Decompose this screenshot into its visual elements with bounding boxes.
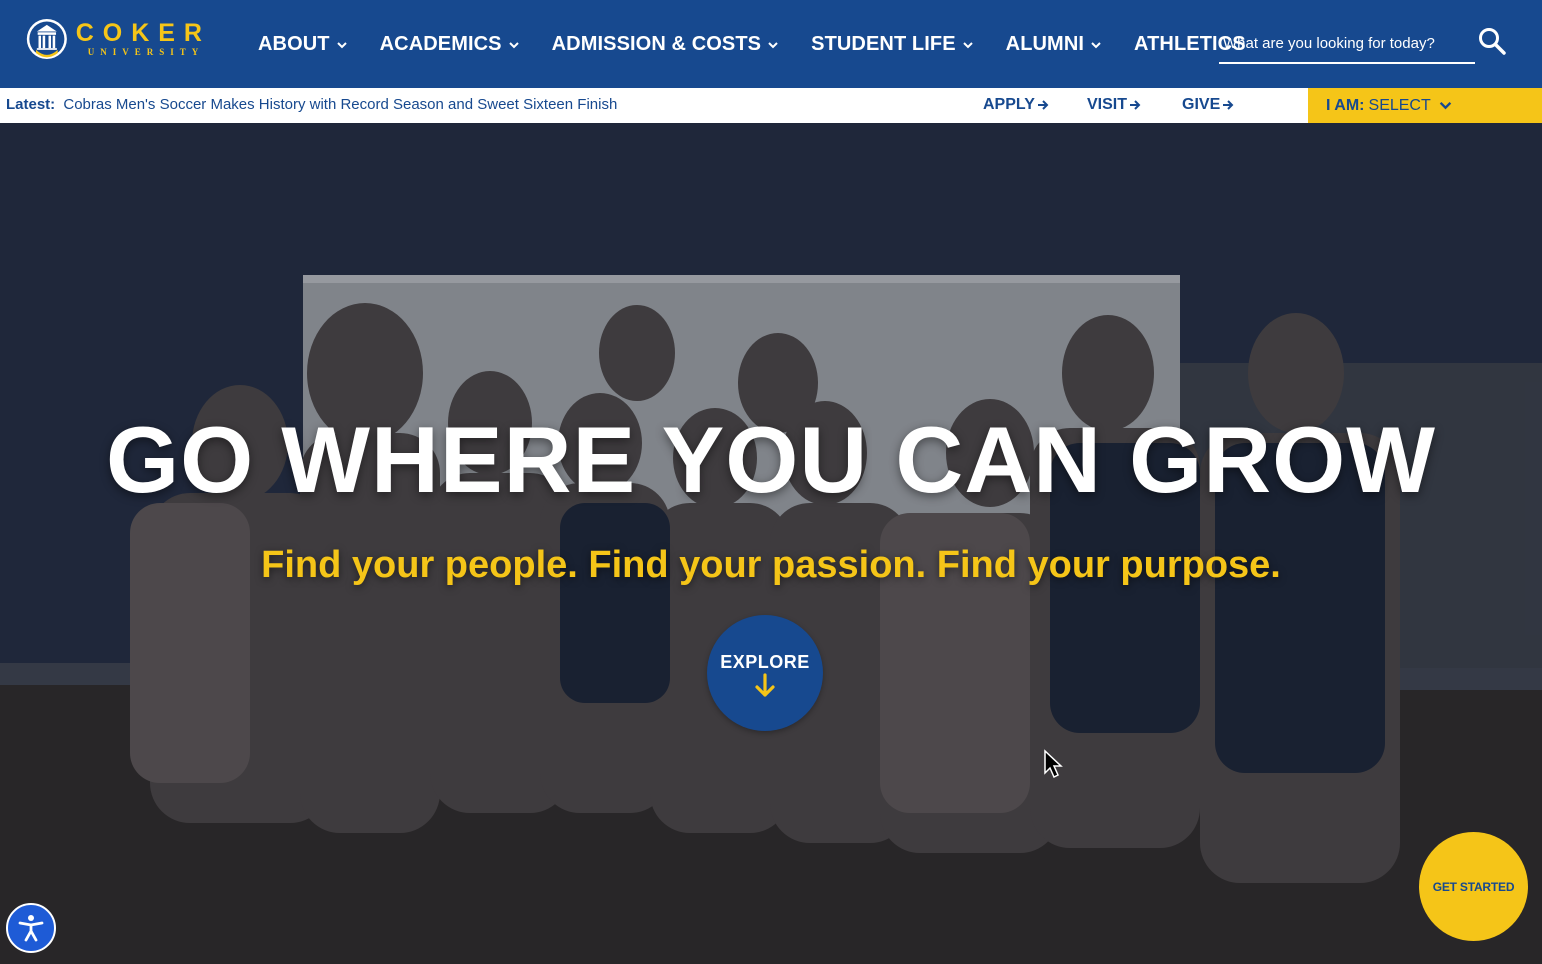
nav-academics[interactable]: ACADEMICS — [380, 33, 520, 56]
hero-subtitle: Find your people. Find your passion. Fin… — [261, 544, 1281, 586]
hero-section: GO WHERE YOU CAN GROW Find your people. … — [0, 123, 1542, 964]
utility-bar: Latest: Cobras Men's Soccer Makes Histor… — [0, 88, 1542, 123]
arrow-right-icon — [1130, 100, 1141, 110]
arrow-right-icon — [1037, 100, 1049, 110]
nav-student-life-label: STUDENT LIFE — [811, 32, 956, 55]
site-header: COKER UNIVERSITY ABOUT ACADEMICS ADMISSI… — [0, 0, 1542, 88]
seal-icon — [26, 18, 67, 60]
nav-academics-label: ACADEMICS — [379, 32, 502, 55]
latest-news: Latest: Cobras Men's Soccer Makes Histor… — [6, 96, 617, 113]
i-am-label: I AM: — [1326, 96, 1365, 114]
accessibility-icon — [18, 915, 44, 942]
apply-link[interactable]: APPLY — [983, 96, 1049, 114]
hero-title: GO WHERE YOU CAN GROW — [105, 407, 1437, 512]
explore-label: EXPLORE — [720, 651, 810, 672]
give-link[interactable]: GIVE — [1182, 96, 1234, 114]
chevron-down-icon — [768, 42, 778, 49]
nav-about-label: ABOUT — [258, 32, 330, 55]
explore-button[interactable]: EXPLORE — [707, 615, 823, 731]
search-field — [1219, 24, 1475, 64]
chevron-down-icon — [336, 42, 347, 49]
logo-name: COKER — [75, 19, 211, 47]
nav-student-life[interactable]: STUDENT LIFE — [811, 33, 974, 56]
coker-logo[interactable]: COKER UNIVERSITY — [26, 11, 211, 67]
arrow-down-icon — [755, 672, 775, 697]
nav-about[interactable]: ABOUT — [258, 33, 348, 56]
get-started-label: GET STARTED — [1432, 879, 1515, 894]
logo-subname: UNIVERSITY — [87, 47, 205, 57]
chevron-down-icon — [962, 42, 973, 49]
latest-label: Latest: — [6, 96, 56, 113]
nav-admission-costs[interactable]: ADMISSION & COSTS — [552, 33, 780, 56]
accessibility-button[interactable] — [6, 903, 56, 953]
visit-label: VISIT — [1087, 96, 1128, 113]
nav-alumni-label: ALUMNI — [1005, 32, 1085, 55]
search-icon[interactable] — [1477, 26, 1507, 56]
nav-admission-costs-label: ADMISSION & COSTS — [551, 32, 762, 55]
mouse-cursor-icon — [1044, 749, 1063, 779]
give-label: GIVE — [1182, 96, 1221, 113]
nav-alumni[interactable]: ALUMNI — [1006, 33, 1102, 56]
chevron-down-icon — [508, 42, 519, 49]
logo-wordmark: COKER UNIVERSITY — [76, 20, 211, 58]
get-started-button[interactable]: GET STARTED — [1419, 832, 1528, 941]
latest-headline-link[interactable]: Cobras Men's Soccer Makes History with R… — [63, 96, 617, 113]
chevron-down-icon — [1091, 42, 1101, 49]
search-input[interactable] — [1219, 24, 1475, 62]
i-am-select[interactable]: I AM: SELECT — [1308, 88, 1542, 123]
arrow-right-icon — [1223, 100, 1234, 110]
chevron-down-icon — [1439, 101, 1451, 110]
main-nav: ABOUT ACADEMICS ADMISSION & COSTS STUDEN… — [258, 0, 1246, 88]
apply-label: APPLY — [983, 96, 1035, 113]
visit-link[interactable]: VISIT — [1087, 96, 1141, 114]
i-am-value: SELECT — [1368, 96, 1431, 114]
